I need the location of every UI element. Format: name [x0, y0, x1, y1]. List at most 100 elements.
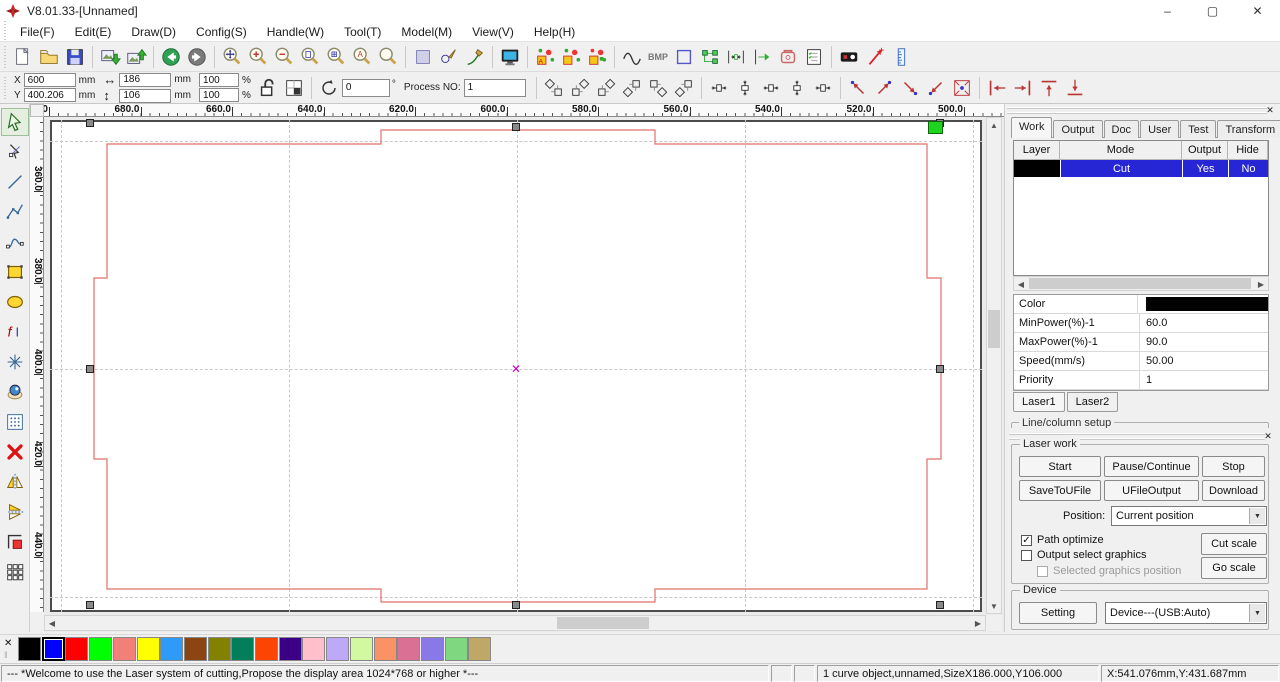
width-input[interactable]: 186	[119, 72, 172, 87]
line-tool-icon[interactable]	[1, 168, 29, 196]
array-config-icon[interactable]	[584, 44, 610, 70]
same-width-icon[interactable]	[706, 75, 732, 101]
delete-tool-icon[interactable]	[1, 438, 29, 466]
palette-color-13[interactable]	[326, 637, 350, 661]
property-value[interactable]	[1138, 295, 1268, 313]
layer-output[interactable]: Yes	[1182, 160, 1228, 177]
align-bottom-shapes-icon[interactable]	[619, 75, 645, 101]
column-header[interactable]: Hide	[1228, 141, 1268, 160]
same-size-w-icon[interactable]	[758, 75, 784, 101]
to-center-icon[interactable]	[949, 75, 975, 101]
align-left-shapes-icon[interactable]	[541, 75, 567, 101]
polyline-tool-icon[interactable]	[1, 198, 29, 226]
layer-table-scrollbar[interactable]: ◀ ▶	[1013, 276, 1269, 291]
device-combo[interactable]: Device---(USB:Auto) ▼	[1105, 602, 1267, 624]
tab-work[interactable]: Work	[1011, 117, 1053, 138]
output-select-graphics-checkbox[interactable]: Output select graphics	[1021, 549, 1146, 561]
palette-color-15[interactable]	[373, 637, 397, 661]
vertical-scrollbar[interactable]: ▲ ▼	[986, 117, 1002, 614]
drawing-canvas[interactable]: ✕ ▲ ▼ ◀ ▶	[44, 117, 1004, 632]
text-tool-icon[interactable]: fI	[1, 318, 29, 346]
interval-h-icon[interactable]	[723, 44, 749, 70]
palette-color-7[interactable]	[183, 637, 207, 661]
scale-x-input[interactable]: 100	[199, 73, 240, 87]
palette-color-3[interactable]	[89, 637, 113, 661]
palette-color-17[interactable]	[420, 637, 444, 661]
tab-test[interactable]: Test	[1180, 120, 1217, 138]
selection-handle[interactable]	[86, 601, 94, 609]
combo-arrow-icon[interactable]: ▼	[1249, 508, 1265, 524]
align-right-shapes-icon[interactable]	[567, 75, 593, 101]
tab-laser2[interactable]: Laser2	[1066, 393, 1119, 412]
import-image-icon[interactable]	[97, 44, 123, 70]
scroll-down-arrow[interactable]: ▼	[987, 599, 1001, 613]
cut-scale-button[interactable]: Cut scale	[1201, 533, 1267, 555]
power-panel-icon[interactable]	[836, 44, 862, 70]
zoom-in-icon[interactable]	[245, 44, 271, 70]
align-top-shapes-icon[interactable]	[593, 75, 619, 101]
zoom-window-icon[interactable]	[375, 44, 401, 70]
tab-user[interactable]: User	[1140, 120, 1180, 138]
align-center-v-icon[interactable]	[671, 75, 697, 101]
device-combo-arrow-icon[interactable]: ▼	[1249, 604, 1265, 622]
to-left-edge-icon[interactable]	[984, 75, 1010, 101]
maximize-button[interactable]: ▢	[1190, 0, 1235, 22]
property-value[interactable]: 50.00	[1140, 352, 1268, 370]
property-row[interactable]: Speed(mm/s) 50.00	[1014, 352, 1268, 371]
close-button[interactable]: ✕	[1235, 0, 1280, 22]
to-right-edge-icon[interactable]	[1010, 75, 1036, 101]
property-value[interactable]: 60.0	[1140, 314, 1268, 332]
rectangle-tool-icon[interactable]	[1, 258, 29, 286]
ruler-tool-icon[interactable]	[888, 44, 914, 70]
path-optimize-checkbox[interactable]: ✓ Path optimize	[1021, 534, 1104, 546]
bmp-icon[interactable]: BMP	[645, 44, 671, 70]
palette-color-12[interactable]	[302, 637, 326, 661]
lock-ratio-icon[interactable]	[255, 75, 281, 101]
array-copy-tool-icon[interactable]	[1, 558, 29, 586]
palette-color-14[interactable]	[349, 637, 373, 661]
menu-model[interactable]: Model(M)	[391, 23, 462, 41]
to-bottom-edge-icon[interactable]	[1062, 75, 1088, 101]
array-output-icon[interactable]: A	[532, 44, 558, 70]
property-row[interactable]: MinPower(%)-1 60.0	[1014, 314, 1268, 333]
export-image-icon[interactable]	[123, 44, 149, 70]
node-select-icon[interactable]	[436, 44, 462, 70]
save-icon[interactable]	[62, 44, 88, 70]
redo-icon[interactable]	[184, 44, 210, 70]
selection-handle[interactable]	[86, 365, 94, 373]
property-row[interactable]: Color	[1014, 295, 1268, 314]
select-tool-icon[interactable]	[0, 108, 29, 136]
rotate-angle-input[interactable]: 0	[341, 78, 390, 97]
position-combo[interactable]: Current position ▼	[1111, 506, 1267, 526]
zoom-font-icon[interactable]: A	[349, 44, 375, 70]
capture-tool-icon[interactable]	[1, 378, 29, 406]
table-scroll-thumb[interactable]	[1029, 278, 1251, 289]
table-scroll-right-arrow[interactable]: ▶	[1254, 277, 1268, 291]
tab-transform[interactable]: Transform	[1217, 120, 1280, 138]
selection-handle[interactable]	[936, 601, 944, 609]
palette-color-19[interactable]	[468, 637, 492, 661]
mirror-vertical-tool-icon[interactable]	[1, 498, 29, 526]
selection-handle[interactable]	[512, 601, 520, 609]
offset-tool-icon[interactable]	[1, 528, 29, 556]
menu-draw[interactable]: Draw(D)	[121, 23, 186, 41]
column-header[interactable]: Mode	[1060, 141, 1182, 160]
horizontal-scroll-thumb[interactable]	[557, 617, 649, 629]
to-bottom-right-icon[interactable]	[897, 75, 923, 101]
property-value[interactable]: 1	[1140, 371, 1268, 389]
palette-color-1[interactable]	[41, 637, 65, 661]
property-row[interactable]: Priority 1	[1014, 371, 1268, 390]
curve-smooth-icon[interactable]	[619, 44, 645, 70]
save-to-ufile-button[interactable]: SaveToUFile	[1019, 480, 1101, 501]
palette-color-6[interactable]	[160, 637, 184, 661]
array-preview-icon[interactable]	[558, 44, 584, 70]
selection-handle[interactable]	[512, 123, 520, 131]
palette-color-9[interactable]	[231, 637, 255, 661]
palette-color-8[interactable]	[207, 637, 231, 661]
interval-flag-icon[interactable]	[749, 44, 775, 70]
checkbox-checked-icon[interactable]: ✓	[1021, 534, 1032, 546]
preview-icon[interactable]	[497, 44, 523, 70]
checkbox-icon[interactable]	[1021, 549, 1032, 561]
palette-color-18[interactable]	[444, 637, 468, 661]
palette-color-16[interactable]	[397, 637, 421, 661]
